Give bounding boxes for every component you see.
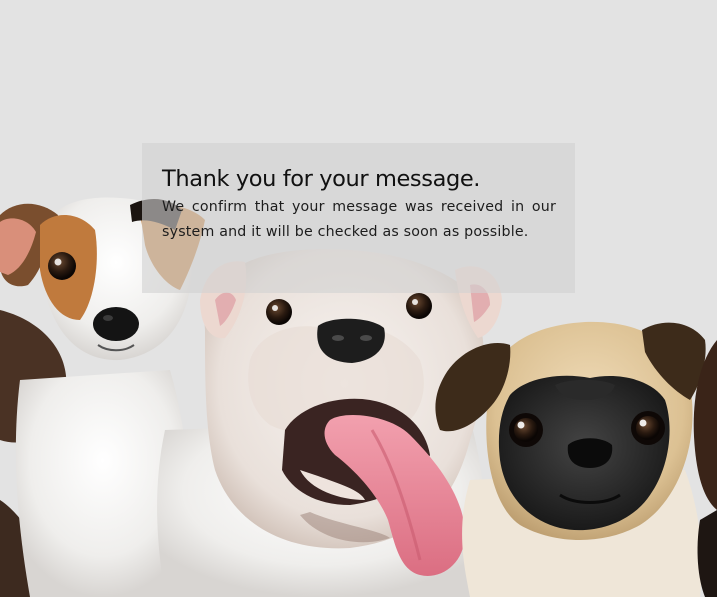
dogs-photo [0, 197, 717, 597]
confirmation-title: Thank you for your message. [162, 166, 481, 192]
confirmation-message: We confirm that your message was receive… [162, 199, 556, 240]
confirmation-card: Thank you for your message. We confirm t… [142, 143, 575, 293]
